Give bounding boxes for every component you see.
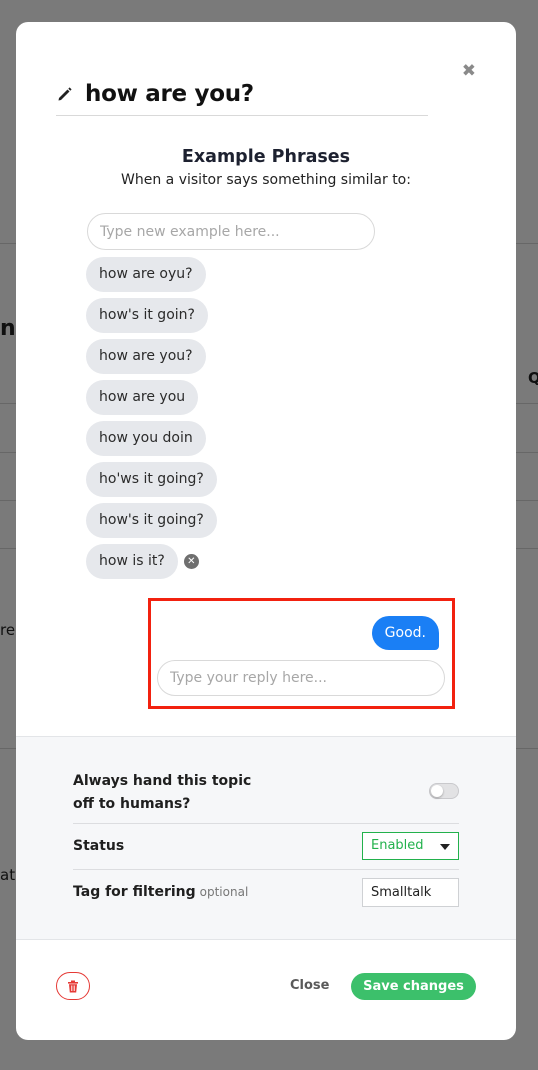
chevron-down-icon xyxy=(440,844,450,850)
list-item: how is it? ✕ xyxy=(86,544,217,585)
close-button[interactable]: Close xyxy=(290,978,329,993)
list-item: how's it goin? xyxy=(86,298,217,339)
delete-button[interactable] xyxy=(56,972,90,1000)
trash-icon xyxy=(68,980,78,992)
remove-phrase-icon[interactable]: ✕ xyxy=(183,554,199,569)
topic-settings-panel: Always hand this topic off to humans? St… xyxy=(16,736,516,940)
reply-section: Good. xyxy=(148,598,455,709)
edit-topic-modal: ✖ how are you? Example Phrases When a vi… xyxy=(16,22,516,1040)
list-item: how you doin xyxy=(86,421,217,462)
save-changes-button[interactable]: Save changes xyxy=(351,973,476,1000)
example-phrase-chip[interactable]: ho'ws it going? xyxy=(86,462,217,497)
example-phrase-chip[interactable]: how you doin xyxy=(86,421,206,456)
tag-label: Tag for filtering xyxy=(73,884,196,900)
example-phrase-chip[interactable]: how's it going? xyxy=(86,503,217,538)
tag-row: Tag for filtering optional xyxy=(73,870,459,916)
topic-title[interactable]: how are you? xyxy=(85,81,254,107)
list-item: ho'ws it going? xyxy=(86,462,217,503)
example-phrase-chip[interactable]: how is it? xyxy=(86,544,178,579)
status-select[interactable]: Enabled xyxy=(362,832,459,860)
tag-optional-hint: optional xyxy=(199,885,249,899)
list-item: how are you xyxy=(86,380,217,421)
handoff-label: Always hand this topic off to humans? xyxy=(73,773,252,812)
example-phrase-chip[interactable]: how's it goin? xyxy=(86,298,208,333)
tag-input[interactable] xyxy=(362,878,459,907)
handoff-toggle[interactable] xyxy=(429,783,459,799)
handoff-row: Always hand this topic off to humans? xyxy=(73,770,459,824)
phrases-heading: Example Phrases xyxy=(181,147,351,167)
reply-input[interactable] xyxy=(157,660,445,696)
example-phrase-chip[interactable]: how are you? xyxy=(86,339,206,374)
example-phrase-chip[interactable]: how are oyu? xyxy=(86,257,206,292)
example-phrase-list: how are oyu? how's it goin? how are you?… xyxy=(86,257,217,585)
new-example-input[interactable] xyxy=(87,213,375,250)
list-item: how's it going? xyxy=(86,503,217,544)
status-value: Enabled xyxy=(371,838,424,853)
example-phrase-chip[interactable]: how are you xyxy=(86,380,199,415)
pencil-icon xyxy=(56,85,74,103)
status-row: Status Enabled xyxy=(73,824,459,870)
list-item: how are oyu? xyxy=(86,257,217,298)
list-item: how are you? xyxy=(86,339,217,380)
toggle-knob xyxy=(431,785,443,797)
reply-message-bubble[interactable]: Good. xyxy=(371,616,439,650)
phrases-subheading: When a visitor says something similar to… xyxy=(121,172,411,188)
topic-title-row: how are you? xyxy=(56,72,428,116)
close-icon[interactable]: ✖ xyxy=(462,63,476,80)
